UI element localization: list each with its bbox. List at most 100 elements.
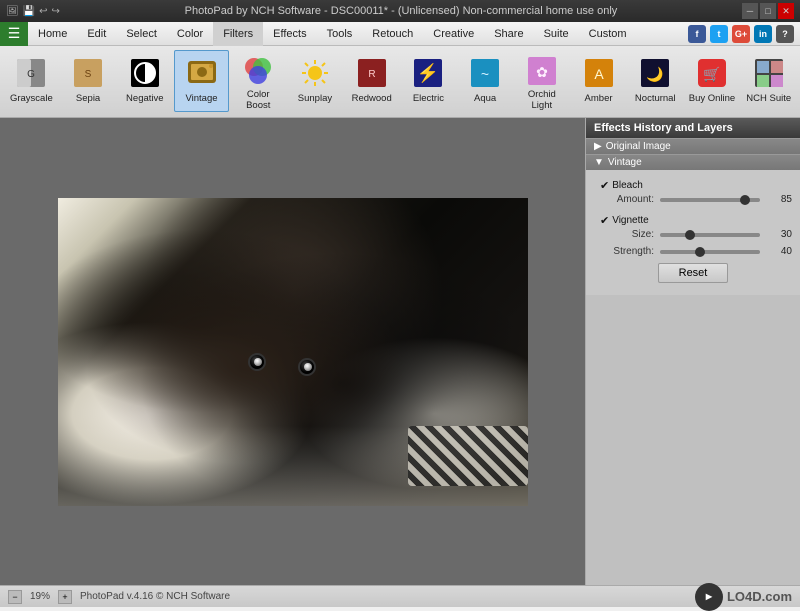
vignette-strength-value: 40 [766,246,792,257]
photo-frame [58,198,528,506]
menu-home[interactable]: Home [28,22,77,46]
undo-icon[interactable]: ↩ [39,6,47,17]
sepia-button[interactable]: S Sepia [61,50,116,112]
minimize-button[interactable]: ─ [742,3,758,19]
cat-eye-left [248,353,266,371]
menu-share[interactable]: Share [484,22,533,46]
nch-suite-button[interactable]: NCH Suite [741,50,796,112]
save-icon[interactable]: 💾 [23,6,35,17]
vintage-label: Vintage [185,93,217,104]
twitter-icon[interactable]: t [710,25,728,43]
menu-effects[interactable]: Effects [263,22,316,46]
zoom-in-button[interactable]: + [58,590,72,604]
nocturnal-button[interactable]: 🌙 Nocturnal [628,50,683,112]
copyright-text: PhotoPad v.4.16 © NCH Software [80,591,230,602]
vignette-strength-slider[interactable] [660,250,760,254]
orchid-light-button[interactable]: ✿ Orchid Light [514,50,569,112]
vignette-checkbox-row[interactable]: ✔ Vignette [594,211,792,229]
maximize-button[interactable]: □ [760,3,776,19]
color-boost-button[interactable]: Color Boost [231,50,286,112]
bleach-amount-label: Amount: [594,194,654,205]
reset-button[interactable]: Reset [658,263,729,283]
bleach-amount-slider[interactable] [660,198,760,202]
title-left-icons: 🖼 💾 ↩ ↪ [6,6,60,17]
svg-text:G: G [27,69,35,80]
facebook-icon[interactable]: f [688,25,706,43]
redo-icon[interactable]: ↪ [52,6,60,17]
nch-suite-label: NCH Suite [746,93,791,104]
watermark: ▶ LO4D.com [695,583,792,611]
svg-text:A: A [594,66,604,82]
svg-text:⚡: ⚡ [417,62,439,84]
cat-overlay [58,198,528,506]
close-button[interactable]: ✕ [778,3,794,19]
original-image-label: Original Image [606,141,671,152]
menu-suite[interactable]: Suite [534,22,579,46]
cat-eye-left-shine [254,358,262,366]
menu-custom[interactable]: Custom [579,22,637,46]
menu-edit[interactable]: Edit [77,22,116,46]
zoom-out-button[interactable]: − [8,590,22,604]
amber-button[interactable]: A Amber [571,50,626,112]
menu-select[interactable]: Select [116,22,167,46]
color-boost-icon [240,55,276,87]
bleach-checkbox-row[interactable]: ✔ Bleach [594,176,792,194]
info-icon[interactable]: ? [776,25,794,43]
svg-text:🛒: 🛒 [703,66,720,83]
menu-retouch[interactable]: Retouch [362,22,423,46]
zoom-level: 19% [30,591,50,602]
cat-eye-right-shine [304,363,312,371]
nch-suite-icon [751,55,787,91]
svg-text:✿: ✿ [536,64,548,80]
buy-online-button[interactable]: 🛒 Buy Online [685,50,740,112]
social-icons: f t G+ in ? [688,25,800,43]
sunplay-label: Sunplay [298,93,332,104]
svg-text:R: R [368,69,375,80]
toolbar: G Grayscale S Sepia Negative [0,46,800,118]
watermark-icon: ▶ [695,583,723,611]
aqua-icon: ~ [467,55,503,91]
panel-title: Effects History and Layers [586,118,800,138]
svg-text:🌙: 🌙 [647,66,664,83]
grayscale-icon: G [13,55,49,91]
menu-filters[interactable]: Filters [213,22,263,46]
vignette-label: Vignette [612,215,649,226]
canvas-area[interactable] [0,118,585,585]
status-left: − 19% + PhotoPad v.4.16 © NCH Software [8,590,230,604]
vignette-size-row: Size: 30 [594,229,792,240]
title-bar: 🖼 💾 ↩ ↪ PhotoPad by NCH Software - DSC00… [0,0,800,22]
menu-color[interactable]: Color [167,22,213,46]
menu-creative[interactable]: Creative [423,22,484,46]
grayscale-label: Grayscale [10,93,53,104]
redwood-label: Redwood [352,93,392,104]
buy-online-icon: 🛒 [694,55,730,91]
google-icon[interactable]: G+ [732,25,750,43]
redwood-button[interactable]: R Redwood [344,50,399,112]
svg-text:S: S [85,69,92,80]
vintage-section: ▼ Vintage ✔ Bleach Amount: 85 [586,154,800,295]
collapse-icon: ▶ [594,141,602,152]
hamburger-menu[interactable]: ☰ [0,22,28,46]
expand-icon: ▼ [594,157,604,168]
status-bar: − 19% + PhotoPad v.4.16 © NCH Software ▶… [0,585,800,607]
sunplay-button[interactable]: Sunplay [288,50,343,112]
vintage-section-header[interactable]: ▼ Vintage [586,155,800,170]
original-image-header[interactable]: ▶ Original Image [586,139,800,154]
aqua-button[interactable]: ~ Aqua [458,50,513,112]
svg-text:~: ~ [481,66,489,82]
main-area: Effects History and Layers ▶ Original Im… [0,118,800,585]
negative-button[interactable]: Negative [117,50,172,112]
color-boost-label: Color Boost [234,89,283,112]
electric-button[interactable]: ⚡ Electric [401,50,456,112]
menu-tools[interactable]: Tools [317,22,363,46]
vignette-size-slider[interactable] [660,233,760,237]
menu-bar: ☰ Home Edit Select Color Filters Effects… [0,22,800,46]
grayscale-button[interactable]: G Grayscale [4,50,59,112]
vignette-size-value: 30 [766,229,792,240]
app-icon: 🖼 [6,6,19,17]
vintage-button[interactable]: Vintage Give your photo a vintage look [174,50,229,112]
electric-label: Electric [413,93,444,104]
linkedin-icon[interactable]: in [754,25,772,43]
orchid-light-icon: ✿ [524,55,560,87]
vintage-section-body: ✔ Bleach Amount: 85 ✔ Vignette Size: [586,170,800,295]
